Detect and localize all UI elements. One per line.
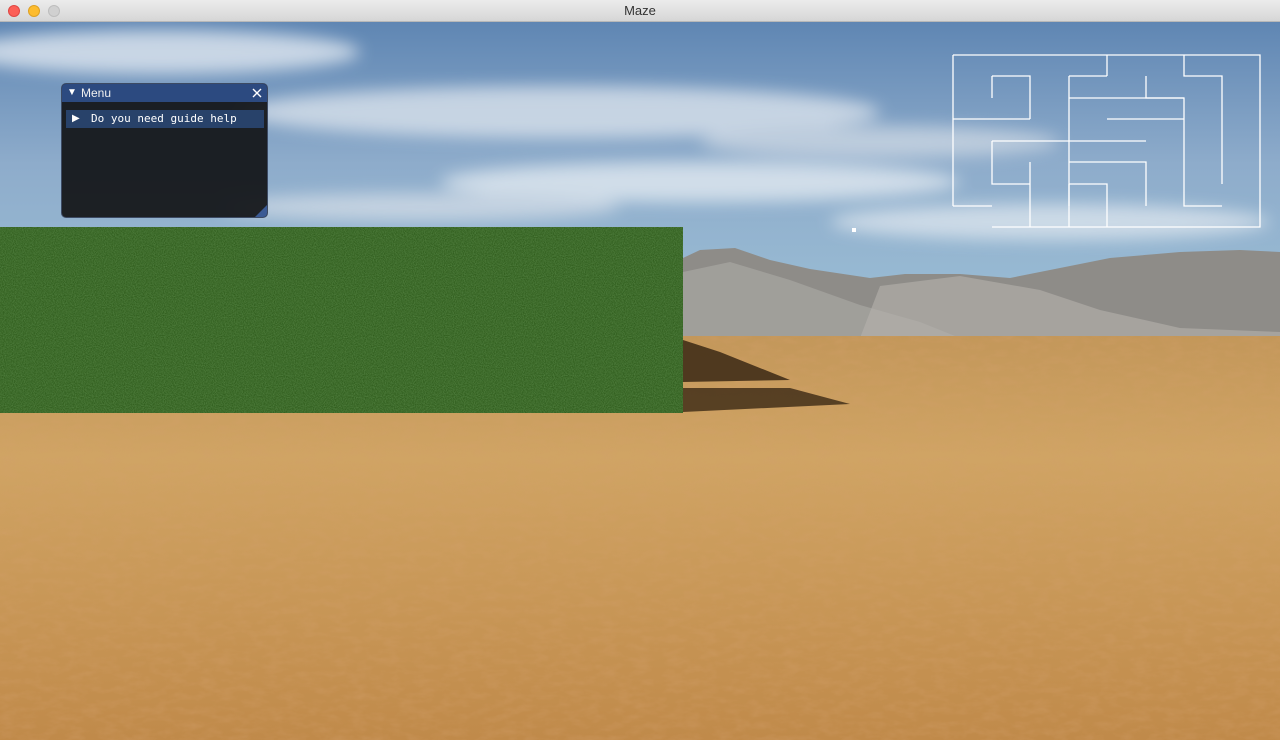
window-title: Maze bbox=[624, 3, 656, 18]
triangle-down-icon[interactable]: ▼ bbox=[67, 84, 77, 102]
crosshair bbox=[852, 228, 856, 232]
window-titlebar: Maze bbox=[0, 0, 1280, 22]
game-viewport[interactable]: ▼ Menu ▶ Do you need guide help bbox=[0, 22, 1280, 740]
menu-titlebar[interactable]: ▼ Menu bbox=[62, 84, 267, 102]
menu-title: Menu bbox=[81, 86, 112, 100]
close-icon[interactable] bbox=[250, 86, 264, 100]
menu-item-guide-help[interactable]: ▶ Do you need guide help bbox=[66, 110, 264, 128]
triangle-right-icon: ▶ bbox=[72, 113, 80, 124]
menu-window[interactable]: ▼ Menu ▶ Do you need guide help bbox=[61, 83, 268, 218]
menu-item-label: Do you need guide help bbox=[91, 112, 237, 125]
resize-grip[interactable] bbox=[255, 205, 267, 217]
maze-minimap bbox=[952, 54, 1261, 228]
